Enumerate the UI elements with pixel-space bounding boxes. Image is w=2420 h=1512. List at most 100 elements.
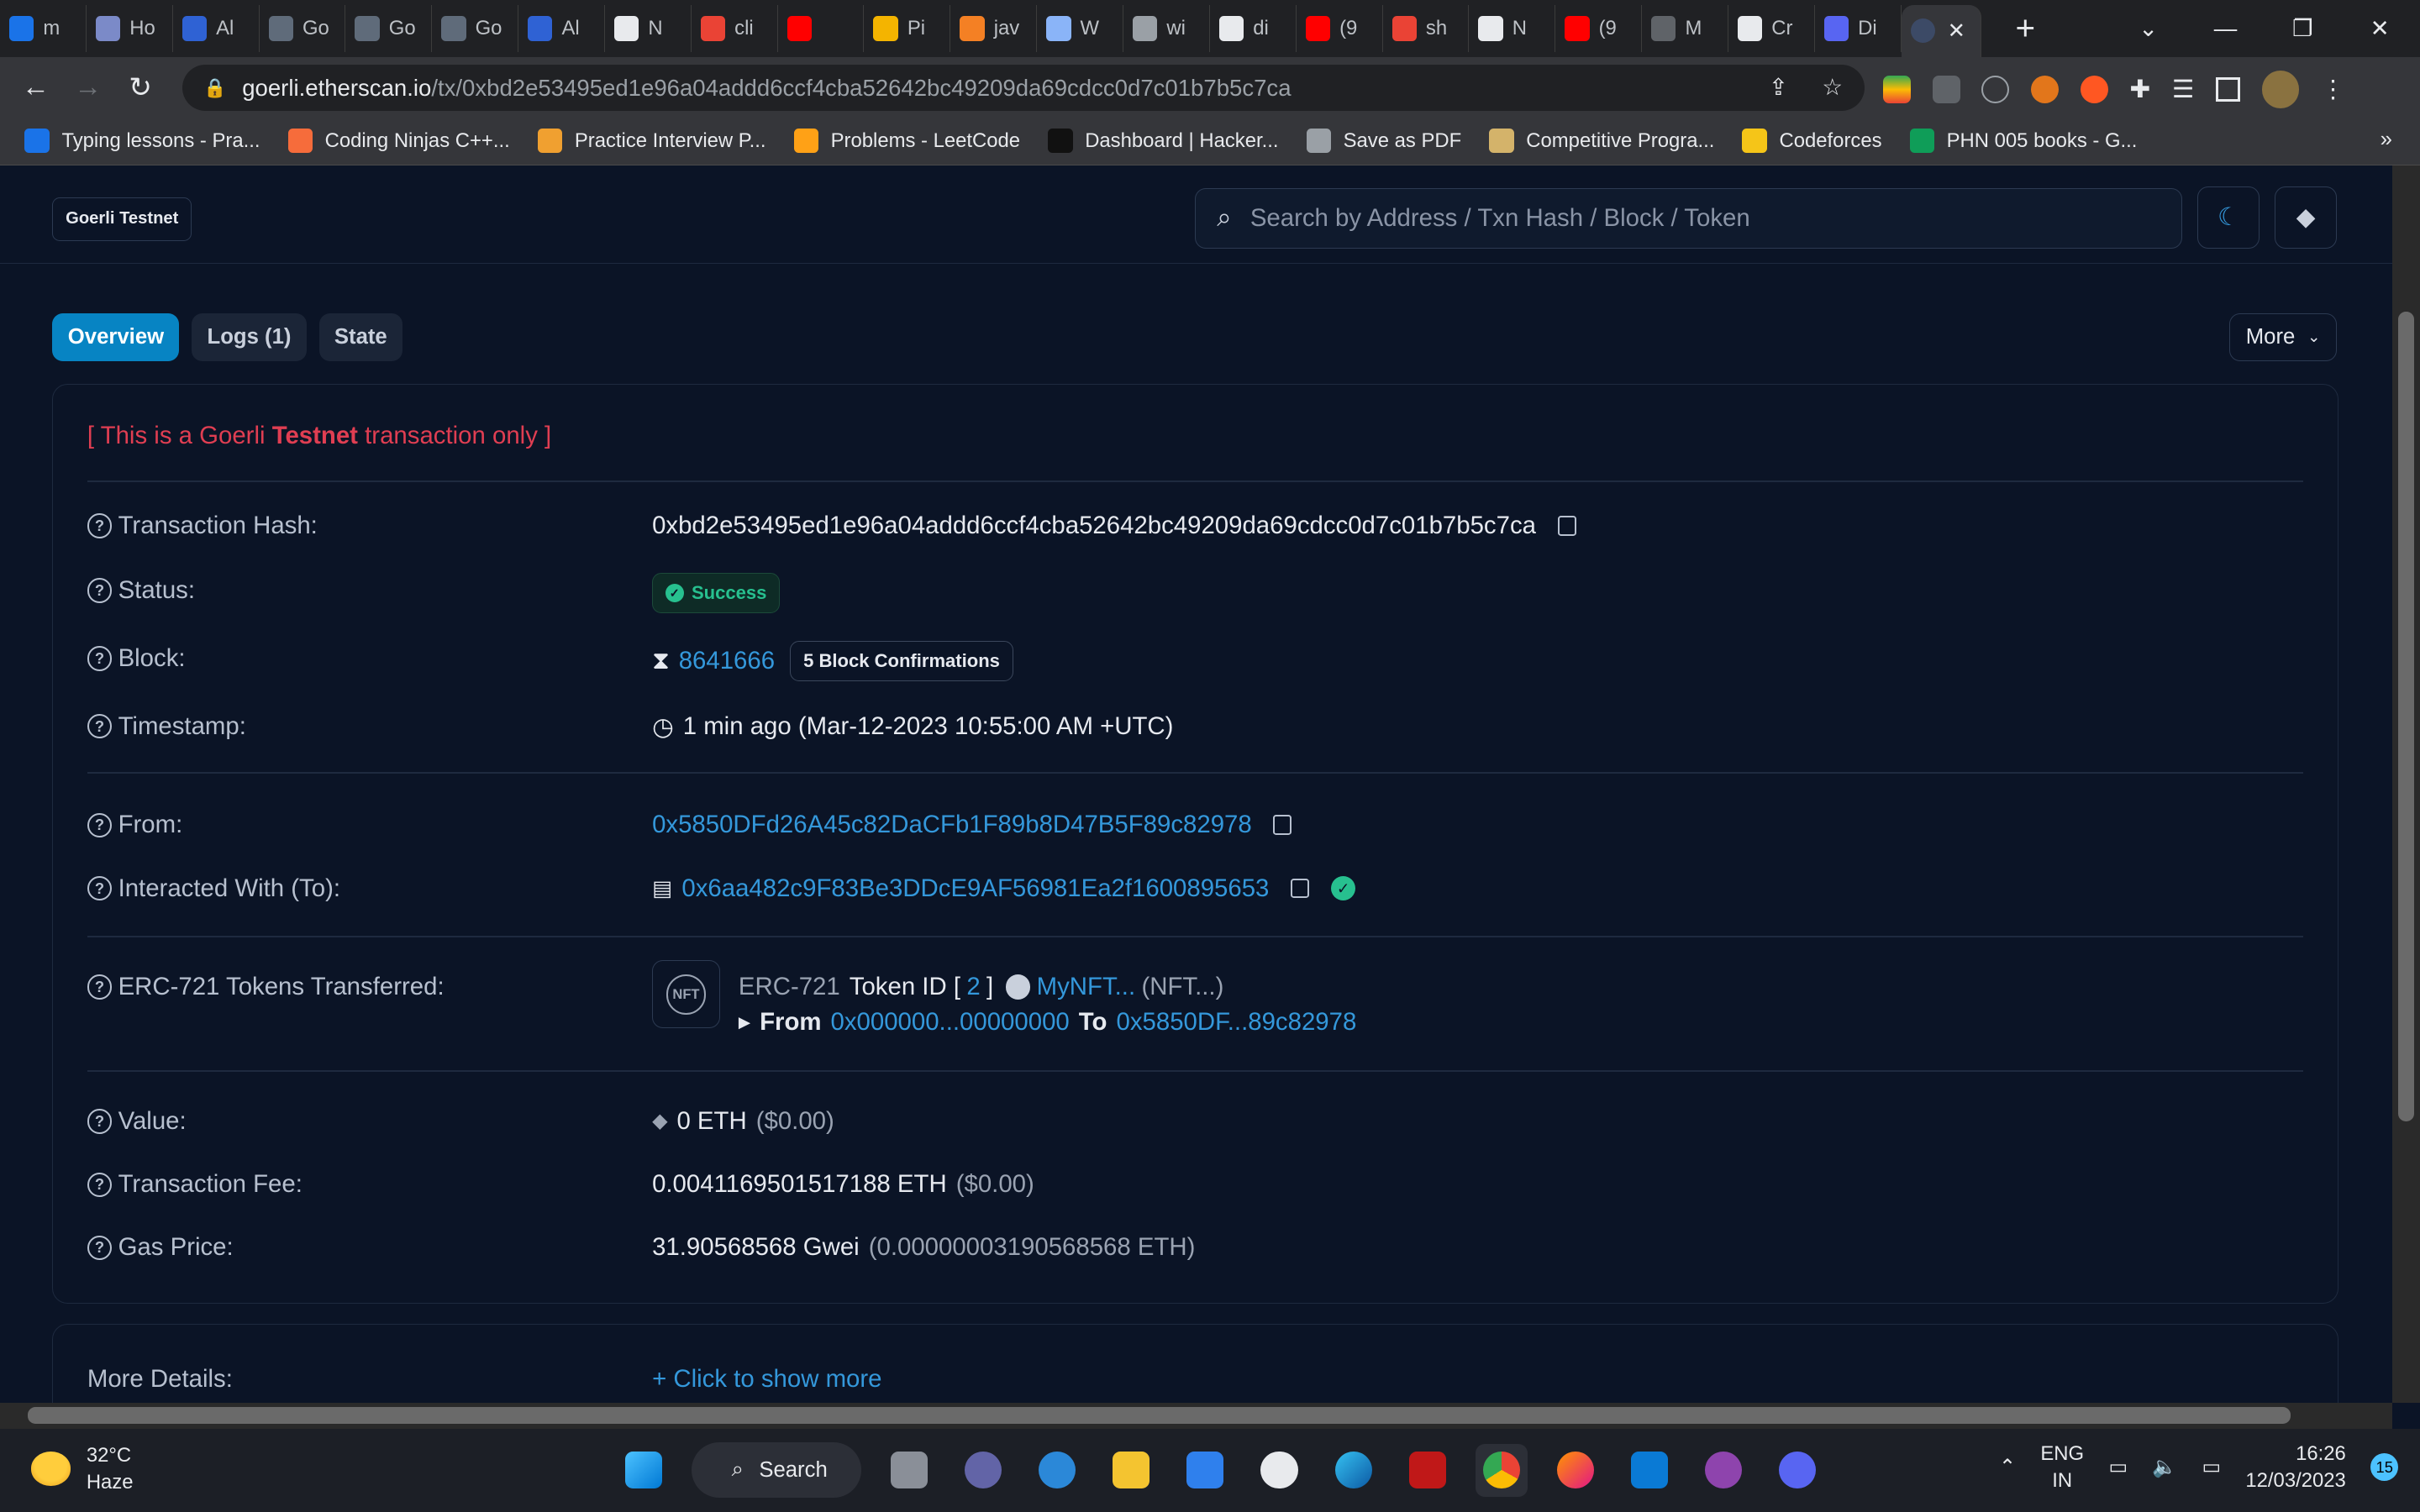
side-panel-icon[interactable] (2215, 76, 2241, 102)
extension-icon[interactable] (1882, 75, 1911, 104)
bookmark-star-icon[interactable]: ☆ (1822, 74, 1843, 101)
show-more-link[interactable]: + Click to show more (652, 1365, 881, 1394)
token-id-link[interactable]: 2 (966, 973, 980, 1001)
token-name-link[interactable]: MyNFT... (1037, 973, 1136, 1001)
reload-icon[interactable]: ↻ (114, 71, 166, 104)
from-address-link[interactable]: 0x5850DFd26A45c82DaCFb1F89b8D47B5F89c829… (652, 811, 1252, 839)
help-icon[interactable]: ? (87, 1172, 113, 1197)
browser-tab[interactable]: Go (260, 5, 346, 52)
browser-tab[interactable]: N (1469, 5, 1556, 52)
browser-tab[interactable]: Al (518, 5, 605, 52)
tab-logs[interactable]: Logs (1) (192, 312, 307, 361)
network-badge[interactable]: Goerli Testnet (52, 197, 192, 241)
share-icon[interactable]: ⇪ (1769, 74, 1788, 101)
clock[interactable]: 16:26 12/03/2023 (2245, 1441, 2345, 1493)
discord-icon[interactable] (1771, 1444, 1823, 1496)
close-tab-icon[interactable]: ✕ (1948, 18, 1966, 44)
taskbar-search-button[interactable]: ⌕ Search (691, 1442, 861, 1499)
bookmark-item[interactable]: Competitive Progra... (1489, 128, 1714, 154)
help-icon[interactable]: ? (87, 578, 113, 603)
browser-tab[interactable]: Ho (87, 5, 173, 52)
help-icon[interactable]: ? (87, 875, 113, 901)
windows-start-icon[interactable] (618, 1444, 670, 1496)
tab-search-icon[interactable]: ⌄ (2112, 0, 2186, 57)
help-app-icon[interactable] (1031, 1444, 1083, 1496)
language-indicator[interactable]: ENG IN (2040, 1441, 2084, 1493)
help-icon[interactable]: ? (87, 1235, 113, 1261)
edge-icon[interactable] (1327, 1444, 1379, 1496)
browser-tab[interactable]: sh (1383, 5, 1470, 52)
metamask-icon[interactable] (2031, 75, 2060, 104)
mcafee-icon[interactable] (1402, 1444, 1454, 1496)
browser-tab[interactable]: Go (432, 5, 519, 52)
help-icon[interactable]: ? (87, 714, 113, 739)
weather-widget[interactable]: 32°C Haze (30, 1442, 134, 1494)
close-window-button[interactable]: ✕ (2343, 0, 2417, 57)
vertical-scrollbar[interactable] (2391, 165, 2420, 1403)
volume-icon[interactable]: 🔈 (2152, 1455, 2177, 1479)
bookmark-item[interactable]: Practice Interview P... (537, 128, 766, 154)
browser-tab[interactable]: m (0, 5, 87, 52)
help-icon[interactable]: ? (87, 974, 113, 1000)
scroll-thumb[interactable] (2398, 312, 2414, 1122)
extension-icon[interactable] (2080, 75, 2108, 104)
new-tab-button[interactable]: + (2015, 8, 2035, 48)
teams-chat-icon[interactable] (957, 1444, 1009, 1496)
search-input[interactable]: ⌕ Search by Address / Txn Hash / Block /… (1194, 188, 2183, 249)
bookmarks-overflow-icon[interactable]: » (2381, 128, 2392, 152)
browser-tab[interactable]: Cr (1728, 5, 1815, 52)
tab-state[interactable]: State (318, 312, 403, 361)
app-icon[interactable] (1253, 1444, 1305, 1496)
bookmark-item[interactable]: Problems - LeetCode (793, 128, 1020, 154)
help-icon[interactable]: ? (87, 812, 113, 837)
copy-icon[interactable] (1557, 515, 1576, 536)
minimize-button[interactable]: — (2188, 0, 2262, 57)
help-icon[interactable]: ? (87, 513, 113, 538)
transfer-to-link[interactable]: 0x5850DF...89c82978 (1117, 1008, 1357, 1037)
ethereum-network-button[interactable]: ◆ (2275, 186, 2337, 249)
copy-icon[interactable] (1291, 878, 1310, 899)
forward-icon[interactable]: → (61, 71, 113, 103)
restore-button[interactable]: ❐ (2265, 0, 2339, 57)
to-address-link[interactable]: 0x6aa482c9F83Be3DDcE9AF56981Ea2f16008956… (681, 874, 1269, 903)
browser-tab-active[interactable]: ✕ (1901, 4, 1982, 57)
chevron-up-icon[interactable]: ⌃ (1999, 1455, 2016, 1479)
network-icon[interactable]: ▭ (2108, 1455, 2128, 1479)
copy-icon[interactable] (1273, 815, 1292, 836)
microsoft-store-icon[interactable] (1179, 1444, 1231, 1496)
extension-icon[interactable] (1981, 75, 2010, 104)
tab-overview[interactable]: Overview (52, 312, 180, 361)
bookmark-item[interactable]: Dashboard | Hacker... (1048, 128, 1279, 154)
browser-tab[interactable]: Al (173, 5, 260, 52)
browser-tab[interactable]: di (1210, 5, 1297, 52)
bookmark-item[interactable]: Codeforces (1742, 128, 1882, 154)
browser-tab[interactable]: W (1037, 5, 1123, 52)
bookmark-item[interactable]: Typing lessons - Pra... (24, 128, 260, 154)
browser-tab[interactable]: (9 (1555, 5, 1643, 52)
scroll-thumb[interactable] (28, 1407, 2291, 1425)
browser-tab[interactable]: Di (1815, 5, 1902, 52)
bookmark-item[interactable]: PHN 005 books - G... (1909, 128, 2137, 154)
browser-tab[interactable]: (9 (1297, 5, 1383, 52)
notification-badge[interactable]: 15 (2370, 1453, 2399, 1482)
browser-tab[interactable]: cli (692, 5, 778, 52)
firefox-icon[interactable] (1549, 1444, 1602, 1496)
browser-tab[interactable]: Go (345, 5, 433, 52)
theme-toggle-button[interactable]: ☾ (2197, 186, 2260, 249)
github-desktop-icon[interactable] (1697, 1444, 1749, 1496)
block-number-link[interactable]: 8641666 (679, 647, 775, 675)
transfer-from-link[interactable]: 0x000000...00000000 (831, 1008, 1070, 1037)
file-explorer-icon[interactable] (1105, 1444, 1157, 1496)
puzzle-icon[interactable]: ✚ (2130, 75, 2151, 104)
address-bar[interactable]: 🔒 goerli.etherscan.io/tx/0xbd2e53495ed1e… (182, 65, 1865, 112)
profile-avatar[interactable] (2261, 71, 2300, 108)
lock-icon[interactable]: 🔒 (203, 77, 226, 99)
chrome-icon[interactable] (1475, 1444, 1528, 1497)
browser-tab[interactable]: Pi (864, 5, 951, 52)
menu-kebab-icon[interactable]: ⋮ (2321, 75, 2345, 104)
back-icon[interactable]: ← (9, 71, 61, 103)
browser-tab[interactable]: jav (950, 5, 1038, 52)
browser-tab[interactable]: N (605, 5, 692, 52)
extension-icon[interactable] (1932, 75, 1960, 104)
help-icon[interactable]: ? (87, 1109, 113, 1134)
